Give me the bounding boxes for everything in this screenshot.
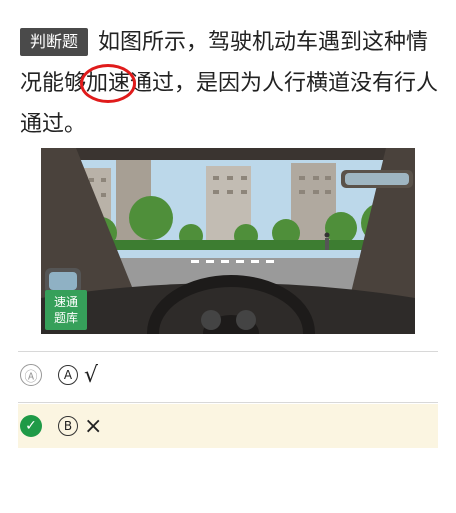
highlighted-word: 加速 <box>80 63 137 104</box>
divider <box>18 402 438 403</box>
question-figure: 速通 题库 <box>41 148 415 334</box>
option-b-letter: B <box>58 416 78 436</box>
watermark-logo: 速通 题库 <box>45 290 87 330</box>
check-icon: ✓ <box>20 415 42 437</box>
option-b[interactable]: ✓ B × <box>18 404 438 448</box>
option-a-state-icon: Ⓐ <box>20 364 42 386</box>
question-text: 判断题 如图所示，驾驶机动车遇到这种情况能够加速通过，是因为人行横道没有行人通过。 <box>20 22 440 145</box>
divider <box>18 351 438 352</box>
option-b-text: × <box>84 413 103 439</box>
question-type-badge: 判断题 <box>20 28 89 56</box>
option-a-letter: A <box>58 365 78 385</box>
option-a[interactable]: Ⓐ A √ <box>18 353 438 397</box>
driver-view-illustration <box>41 148 415 334</box>
option-a-text: √ <box>84 362 99 388</box>
